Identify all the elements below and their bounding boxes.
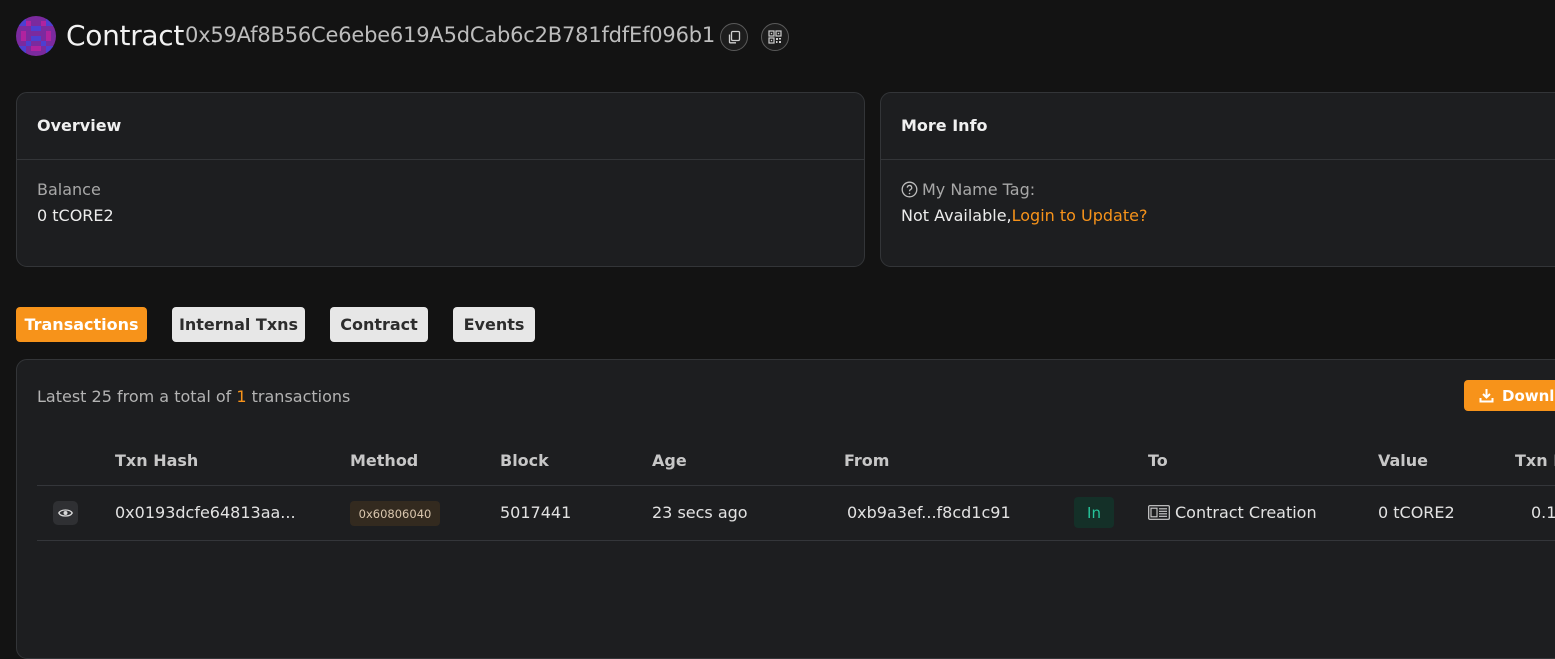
tab-transactions[interactable]: Transactions	[16, 307, 147, 342]
name-tag-value-row: Not Available,Login to Update?	[901, 206, 1147, 225]
to-value: Contract Creation	[1175, 503, 1317, 522]
column-header-block: Block	[500, 451, 549, 470]
column-header-method: Method	[350, 451, 419, 470]
more-info-card: More Info My Name Tag: Not Available,Log…	[880, 92, 1555, 267]
download-button[interactable]: Download	[1464, 380, 1555, 411]
download-icon	[1479, 389, 1494, 403]
copy-address-button[interactable]	[720, 23, 748, 51]
tab-internal-txns[interactable]: Internal Txns	[172, 307, 305, 342]
download-label: Download	[1502, 386, 1555, 405]
eye-icon	[58, 509, 73, 517]
table-row-divider	[37, 540, 1555, 541]
summary-suffix: transactions	[246, 387, 351, 406]
summary-count: 1	[236, 387, 247, 406]
transactions-panel: Latest 25 from a total of 1 transactions…	[16, 359, 1555, 659]
txn-hash-link[interactable]: 0x0193dcfe64813aa...	[115, 503, 296, 522]
login-to-update-link[interactable]: Login to Update?	[1012, 206, 1148, 225]
page-title: Contract	[66, 19, 185, 52]
column-header-txn-hash: Txn Hash	[115, 451, 199, 470]
column-header-age: Age	[652, 451, 687, 470]
name-tag-label: My Name Tag:	[922, 180, 1036, 199]
column-header-value: Value	[1378, 451, 1429, 470]
from-address-link[interactable]: 0xb9a3ef...f8cd1c91	[847, 503, 1011, 522]
more-info-card-header: More Info	[881, 93, 1555, 160]
summary-prefix: Latest 25 from a total of	[37, 387, 237, 406]
direction-badge: In	[1074, 497, 1114, 528]
age-value: 23 secs ago	[652, 503, 748, 522]
qr-code-button[interactable]	[761, 23, 789, 51]
block-link[interactable]: 5017441	[500, 503, 571, 522]
more-info-title: More Info	[901, 116, 988, 135]
overview-card-header: Overview	[17, 93, 864, 160]
tab-contract[interactable]: Contract	[330, 307, 428, 342]
column-header-from: From	[844, 451, 890, 470]
qr-code-icon	[768, 30, 782, 44]
to-cell: Contract Creation	[1148, 503, 1317, 522]
contract-address: 0x59Af8B56Ce6ebe619A5dCab6c2B781fdfEf096…	[185, 23, 716, 47]
view-details-button[interactable]	[53, 501, 78, 525]
copy-icon	[728, 30, 741, 44]
transactions-summary: Latest 25 from a total of 1 transactions	[37, 387, 350, 406]
name-tag-value: Not Available,	[901, 206, 1012, 225]
tab-events[interactable]: Events	[453, 307, 535, 342]
table-header-divider	[37, 485, 1555, 486]
overview-title: Overview	[37, 116, 122, 135]
contract-avatar	[16, 16, 56, 56]
method-badge: 0x60806040	[350, 501, 440, 526]
name-tag-label-row: My Name Tag:	[901, 180, 1035, 199]
balance-label: Balance	[37, 180, 101, 199]
overview-card: Overview Balance 0 tCORE2	[16, 92, 865, 267]
column-header-txn-fee: Txn Fee	[1515, 451, 1555, 470]
txn-fee-cell: 0.1	[1531, 503, 1555, 522]
column-header-to: To	[1148, 451, 1168, 470]
value-cell: 0 tCORE2	[1378, 503, 1455, 522]
question-circle-icon	[901, 181, 918, 198]
contract-creation-icon	[1148, 505, 1170, 520]
balance-value: 0 tCORE2	[37, 206, 114, 225]
